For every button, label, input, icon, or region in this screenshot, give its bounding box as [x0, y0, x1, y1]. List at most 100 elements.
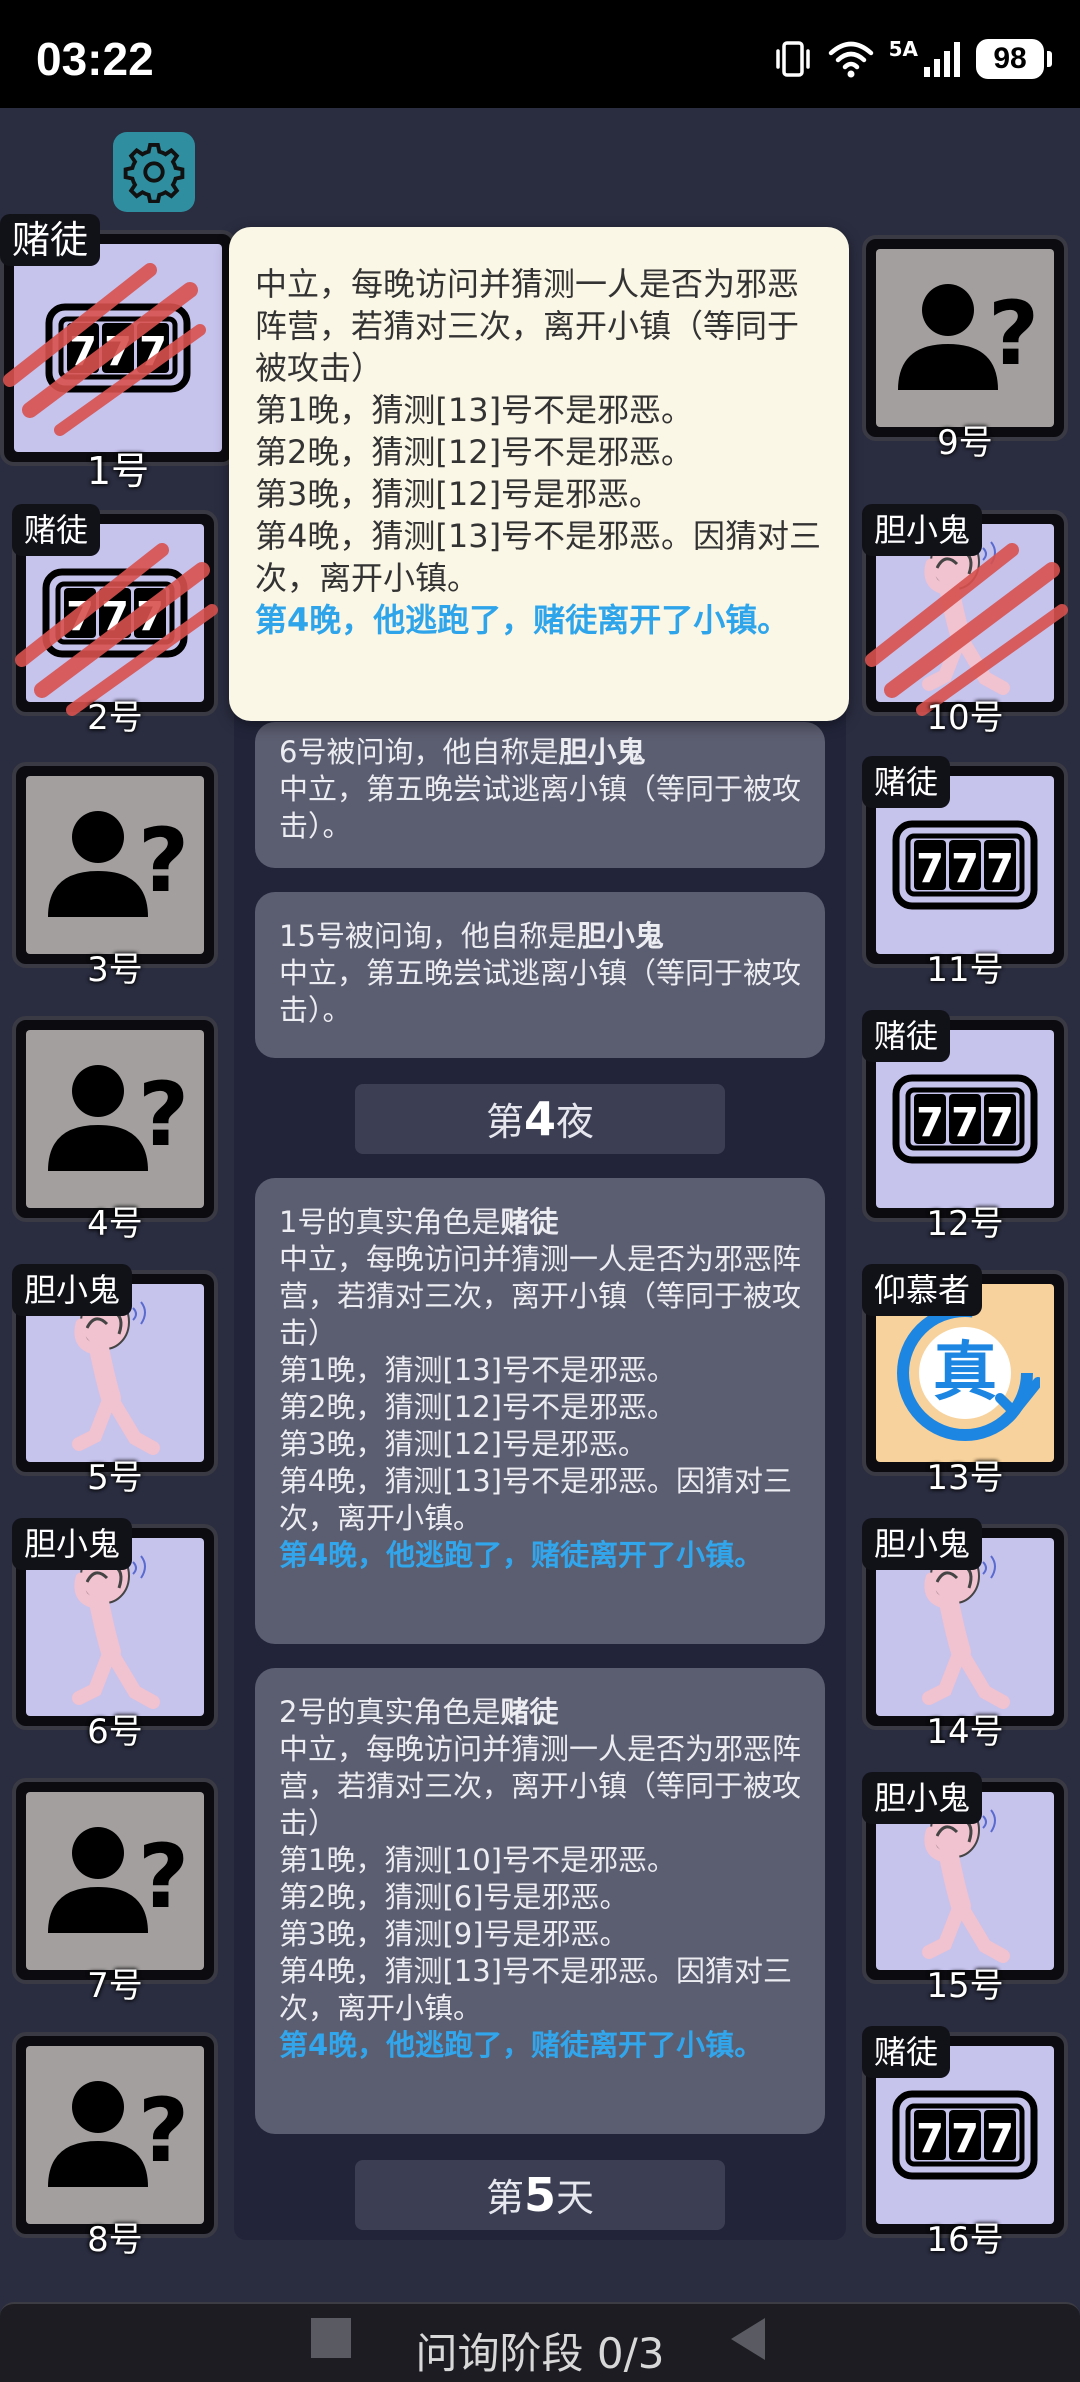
- player-number: 1号: [86, 449, 150, 493]
- unknown-player-icon: ?: [48, 2079, 189, 2187]
- svg-text:7: 7: [951, 846, 979, 892]
- claimed-role: 胆小鬼: [576, 919, 664, 953]
- svg-text:7: 7: [104, 329, 132, 375]
- svg-text:7: 7: [916, 846, 944, 892]
- svg-text:7: 7: [136, 594, 164, 640]
- svg-text:7: 7: [986, 846, 1014, 892]
- message-prefix: 1号的真实角色是: [279, 1205, 501, 1239]
- svg-text:?: ?: [138, 809, 189, 912]
- svg-text:7: 7: [101, 594, 129, 640]
- player-number: 2号: [87, 698, 143, 738]
- player-card-15[interactable]: 胆小鬼 15号: [862, 1772, 1068, 2006]
- claimed-role: 胆小鬼: [558, 735, 646, 769]
- settings-button[interactable]: [113, 132, 195, 212]
- player-number: 13号: [926, 1458, 1004, 1498]
- role-tag: 仰慕者: [862, 1264, 983, 1316]
- svg-text:?: ?: [138, 1825, 189, 1928]
- gear-icon: [123, 142, 185, 203]
- unknown-player-icon: ?: [48, 1063, 189, 1171]
- highlight-text: 第4晚，他逃跑了，赌徒离开了小镇。: [279, 1538, 764, 1572]
- card-portrait: ?: [26, 1792, 204, 1970]
- log-message-6: 6号被问询，他自称是胆小鬼 中立，第五晚尝试逃离小镇（等同于被攻击）。: [255, 722, 825, 868]
- player-card-14[interactable]: 胆小鬼 14号: [862, 1518, 1068, 1752]
- message-body: 中立，第五晚尝试逃离小镇（等同于被攻击）。: [279, 956, 802, 1027]
- player-number: 9号: [937, 423, 993, 463]
- log-reveal-2: 2号的真实角色是赌徒 中立，每晚访问并猜测一人是否为邪恶阵营，若猜对三次，离开小…: [255, 1668, 825, 2134]
- svg-text:7: 7: [951, 2116, 979, 2162]
- player-number: 6号: [87, 1712, 143, 1752]
- role-tag: 胆小鬼: [12, 1264, 133, 1316]
- player-card-12[interactable]: 7 7 7 赌徒 12号: [862, 1010, 1068, 1244]
- revealed-role: 赌徒: [500, 1695, 559, 1729]
- role-detail-popover[interactable]: 中立，每晚访问并猜测一人是否为邪恶阵营，若猜对三次，离开小镇（等同于被攻击） 第…: [229, 227, 849, 721]
- svg-text:7: 7: [916, 1100, 944, 1146]
- unknown-player-icon: ?: [48, 809, 189, 917]
- player-card-16[interactable]: 7 7 7 赌徒 16号: [862, 2026, 1068, 2260]
- slot-machine-icon: 7 7 7: [892, 820, 1038, 910]
- player-number: 5号: [87, 1458, 143, 1498]
- player-number: 12号: [926, 1204, 1004, 1244]
- message-prefix: 6号被问询，他自称是: [279, 735, 559, 769]
- vibrate-icon: [775, 41, 810, 77]
- unknown-player-icon: ?: [48, 1825, 189, 1933]
- player-number: 7号: [87, 1966, 143, 2006]
- player-card-8[interactable]: ? 8号: [12, 2032, 218, 2260]
- role-tag: 胆小鬼: [862, 1772, 983, 1824]
- message-prefix: 2号的真实角色是: [279, 1695, 501, 1729]
- svg-text:?: ?: [138, 2079, 189, 2182]
- player-card-3[interactable]: ? 3号: [12, 762, 218, 990]
- svg-text:7: 7: [986, 1100, 1014, 1146]
- player-card-10[interactable]: 胆小鬼 10号: [862, 504, 1068, 738]
- slot-machine-icon: 7 7 7: [42, 568, 188, 658]
- clock: 03:22: [36, 33, 154, 85]
- svg-text:7: 7: [986, 2116, 1014, 2162]
- phase-header-day-5: 第5天: [355, 2160, 725, 2230]
- player-card-13[interactable]: 真 仰慕者 13号: [862, 1264, 1068, 1498]
- status-bar: 03:22 5A 98: [0, 0, 1080, 108]
- status-icons: 5A 98: [773, 36, 1052, 82]
- svg-text:7: 7: [139, 329, 167, 375]
- slot-machine-icon: 7 7 7: [892, 2090, 1038, 2180]
- player-number: 10号: [926, 698, 1004, 738]
- battery-indicator: 98: [976, 39, 1052, 79]
- role-tag: 赌徒: [862, 756, 951, 808]
- player-number: 8号: [87, 2220, 143, 2260]
- player-number: 16号: [926, 2220, 1004, 2260]
- back-icon[interactable]: [727, 2316, 767, 2362]
- player-number: 4号: [87, 1204, 143, 1244]
- player-card-5[interactable]: 胆小鬼 5号: [12, 1264, 218, 1498]
- admirer-true-badge-icon: 真: [897, 1305, 1040, 1441]
- popover-highlight: 第4晚，他逃跑了，赌徒离开了小镇。: [255, 601, 790, 639]
- wifi-icon: [828, 41, 873, 78]
- role-tag: 赌徒: [12, 504, 101, 556]
- admirer-badge-text: 真: [933, 1336, 997, 1410]
- player-number: 15号: [926, 1966, 1004, 2006]
- player-card-11[interactable]: 7 7 7 赌徒 11号: [862, 756, 1068, 990]
- card-portrait: ?: [26, 776, 204, 954]
- svg-text:?: ?: [138, 1063, 189, 1166]
- player-card-4[interactable]: ? 4号: [12, 1016, 218, 1244]
- player-card-9[interactable]: ? 9号: [862, 235, 1068, 463]
- role-tag: 胆小鬼: [12, 1518, 133, 1570]
- role-tag: 胆小鬼: [862, 504, 983, 556]
- svg-text:7: 7: [69, 329, 97, 375]
- card-portrait: 7 7 7: [14, 244, 222, 452]
- phase-header-night-4: 第4夜: [355, 1084, 725, 1154]
- slot-machine-icon: 7 7 7: [45, 303, 191, 393]
- player-card-1[interactable]: 7 7 7 赌徒 1号: [0, 214, 236, 493]
- revealed-role: 赌徒: [500, 1205, 559, 1239]
- player-number: 14号: [926, 1712, 1004, 1752]
- card-portrait: ?: [876, 249, 1054, 427]
- card-portrait: ?: [26, 2046, 204, 2224]
- unknown-player-icon: ?: [898, 282, 1039, 390]
- svg-text:7: 7: [66, 594, 94, 640]
- player-card-7[interactable]: ? 7号: [12, 1778, 218, 2006]
- player-card-2[interactable]: 7 7 7 赌徒 2号: [12, 504, 218, 738]
- phase-status: 问询阶段 0/3: [415, 2329, 665, 2378]
- player-card-6[interactable]: 胆小鬼 6号: [12, 1518, 218, 1752]
- svg-text:?: ?: [988, 282, 1039, 385]
- message-body: 中立，第五晚尝试逃离小镇（等同于被攻击）。: [279, 772, 802, 843]
- role-tag: 赌徒: [862, 2026, 951, 2078]
- slot-machine-icon: 7 7 7: [892, 1074, 1038, 1164]
- svg-text:7: 7: [916, 2116, 944, 2162]
